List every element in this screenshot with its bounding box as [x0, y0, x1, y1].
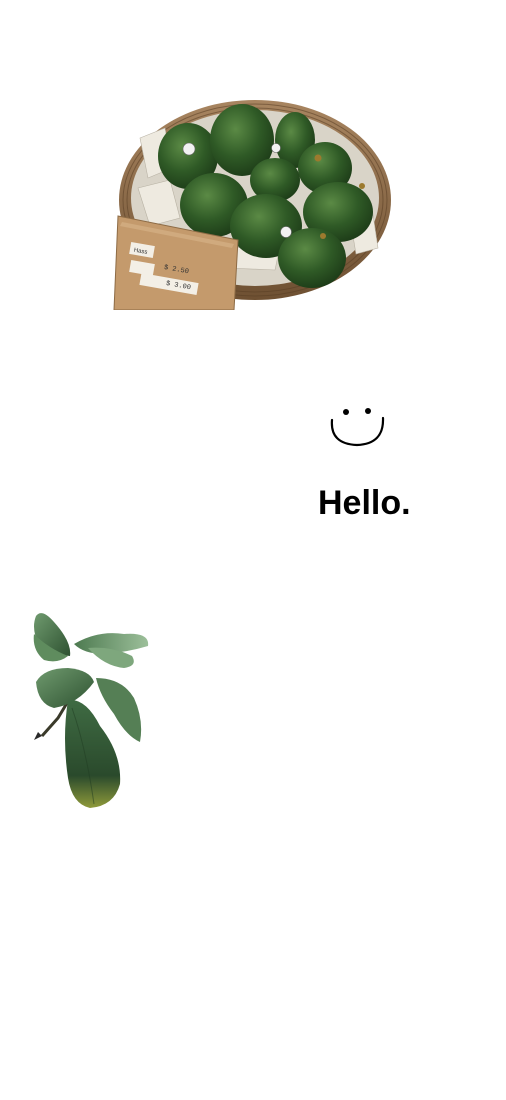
greeting-text: Hello. [318, 484, 411, 522]
smiley-face-icon [330, 408, 385, 447]
avocado-basket-photo: Hass $ 2.50 $ 3.00 [113, 100, 391, 310]
fiddle-leaf-plant-photo [33, 613, 149, 808]
